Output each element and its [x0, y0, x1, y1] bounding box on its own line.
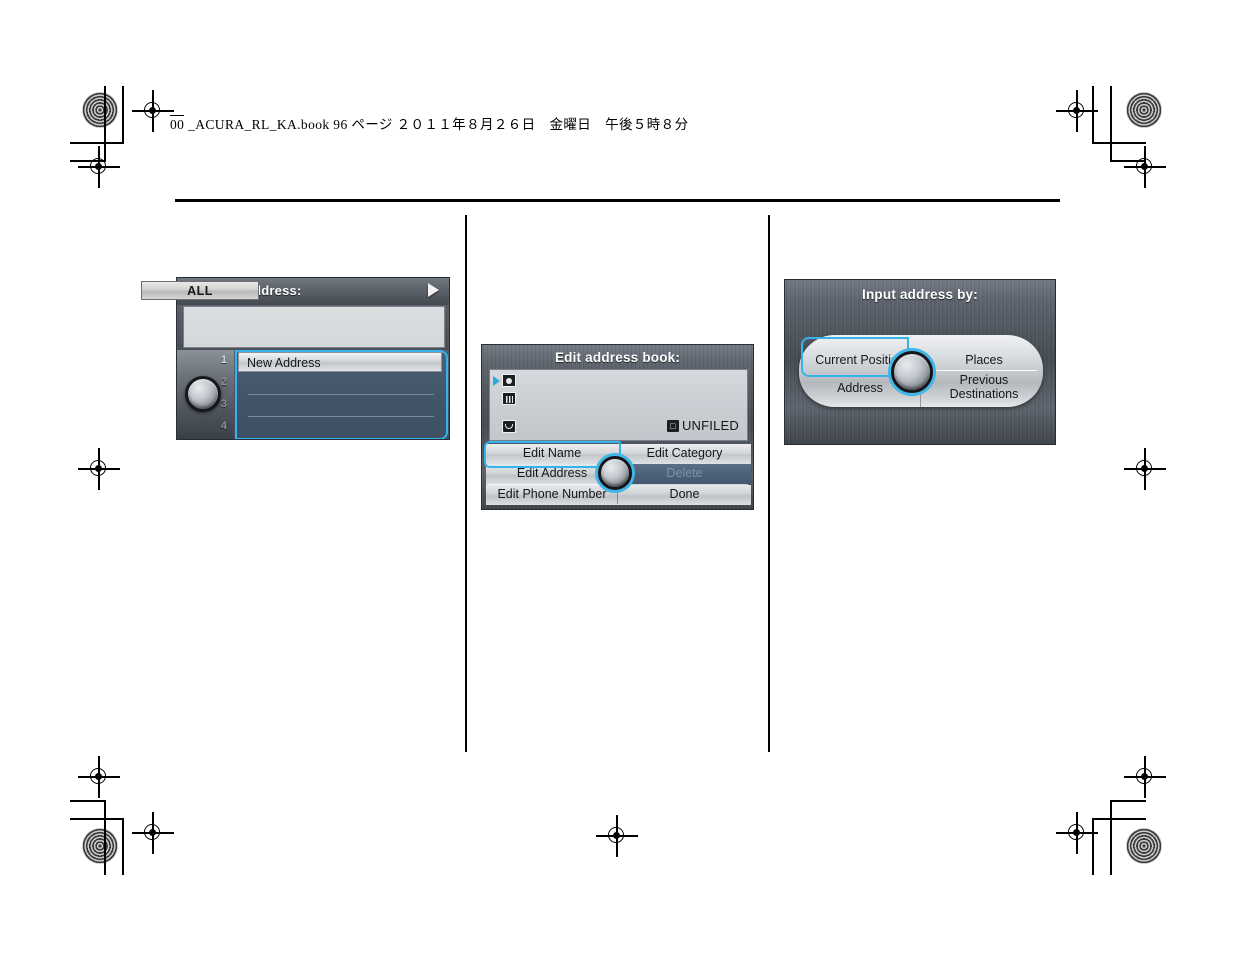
done-button[interactable]: Done [618, 485, 751, 505]
crop-mark-top-left-v2 [122, 86, 124, 143]
column-divider-left [465, 215, 467, 752]
option-previous-destinations[interactable]: Previous Destinations [929, 373, 1039, 401]
registration-target-top-right [1056, 90, 1098, 132]
screen-edit-title: Edit address book: [554, 350, 681, 365]
address-entry-panel: □ UNFILED [489, 369, 748, 441]
nav-screen-select-address: Select an address: 1 2 3 4 New Address [176, 277, 450, 440]
screen-select-list-body: New Address [234, 350, 449, 439]
edit-category-button[interactable]: Edit Category [618, 444, 751, 464]
interface-knob-input[interactable] [891, 351, 933, 393]
crop-mark-top-right-h1 [1092, 142, 1146, 144]
crop-mark-top-right-v1 [1110, 86, 1112, 161]
delete-button: Delete [618, 464, 751, 485]
list-item-new-address[interactable]: New Address [238, 352, 442, 372]
screen-select-empty-panel [183, 306, 445, 348]
halftone-circle-bottom-right [1126, 828, 1162, 864]
registration-target-right-middle [1124, 448, 1166, 490]
list-row-divider-2 [248, 416, 434, 417]
category-display: □ UNFILED [666, 418, 739, 433]
crop-mark-bottom-left-v1 [104, 800, 106, 875]
page-header-text: 00 _ACURA_RL_KA.book 96 ページ ２０１１年８月２６日 金… [170, 113, 688, 133]
column-divider-right [768, 215, 770, 752]
registration-target-bottom-right [1056, 812, 1098, 854]
crop-mark-bottom-right-h1 [1092, 818, 1146, 820]
interface-knob-edit[interactable] [598, 456, 632, 490]
crop-mark-bottom-right-v1 [1110, 800, 1112, 875]
list-index-2: 2 [220, 376, 227, 388]
crop-mark-bottom-left-v2 [122, 818, 124, 875]
option-places[interactable]: Places [929, 353, 1039, 367]
halftone-circle-top-left [82, 92, 118, 128]
telephone-icon [502, 420, 516, 433]
button-separator-1 [488, 484, 616, 486]
registration-target-right-lower [1124, 756, 1166, 798]
button-separator-2 [620, 484, 748, 486]
building-icon [502, 392, 516, 405]
wheel-separator-right [927, 370, 1037, 372]
crop-mark-top-left-v1 [104, 86, 106, 161]
registration-target-left-upper [78, 146, 120, 188]
halftone-circle-top-right [1126, 92, 1162, 128]
crop-mark-bottom-right-v2 [1092, 818, 1094, 875]
category-label: UNFILED [681, 418, 739, 433]
nav-screen-input-address-by: Input address by: Current Position Addre… [784, 279, 1056, 445]
name-card-icon [502, 374, 516, 387]
page-top-rule [175, 199, 1060, 202]
page-header-book-prefix: 00 [170, 115, 185, 132]
option-previous-line1: Previous [959, 373, 1009, 387]
crop-mark-bottom-left-h2 [70, 800, 106, 802]
list-index-3: 3 [220, 398, 227, 410]
screen-input-title: Input address by: [862, 287, 978, 302]
registration-target-left-middle [78, 448, 120, 490]
address-filter-all-button[interactable]: ALL [141, 281, 259, 300]
registration-target-left-lower [78, 756, 120, 798]
registration-target-top-left [132, 90, 174, 132]
list-row-divider-1 [248, 394, 434, 395]
registration-target-bottom-left [132, 812, 174, 854]
cursor-arrow-icon [493, 376, 500, 386]
right-triangle-icon[interactable] [428, 283, 439, 297]
screen-select-list-area: 1 2 3 4 New Address [177, 350, 449, 439]
edit-name-button[interactable]: Edit Name [486, 444, 618, 464]
list-index-1: 1 [220, 354, 227, 366]
halftone-circle-bottom-left [82, 828, 118, 864]
registration-target-bottom-center [596, 815, 638, 857]
option-previous-line2: Destinations [949, 387, 1019, 401]
registration-target-right-upper [1124, 146, 1166, 188]
edit-phone-number-button[interactable]: Edit Phone Number [486, 485, 618, 505]
nav-screen-edit-address-book: Edit address book: □ UNFILED Edit Name E… [481, 344, 754, 510]
crop-mark-bottom-right-h2 [1110, 800, 1146, 802]
category-icon: □ [666, 419, 679, 432]
page-header-detail: _ACURA_RL_KA.book 96 ページ ２０１１年８月２６日 金曜日 … [188, 117, 689, 132]
crop-mark-top-left-h1 [70, 142, 124, 144]
crop-mark-bottom-left-h1 [70, 818, 124, 820]
list-index-4: 4 [220, 420, 227, 432]
crop-mark-top-right-v2 [1092, 86, 1094, 143]
